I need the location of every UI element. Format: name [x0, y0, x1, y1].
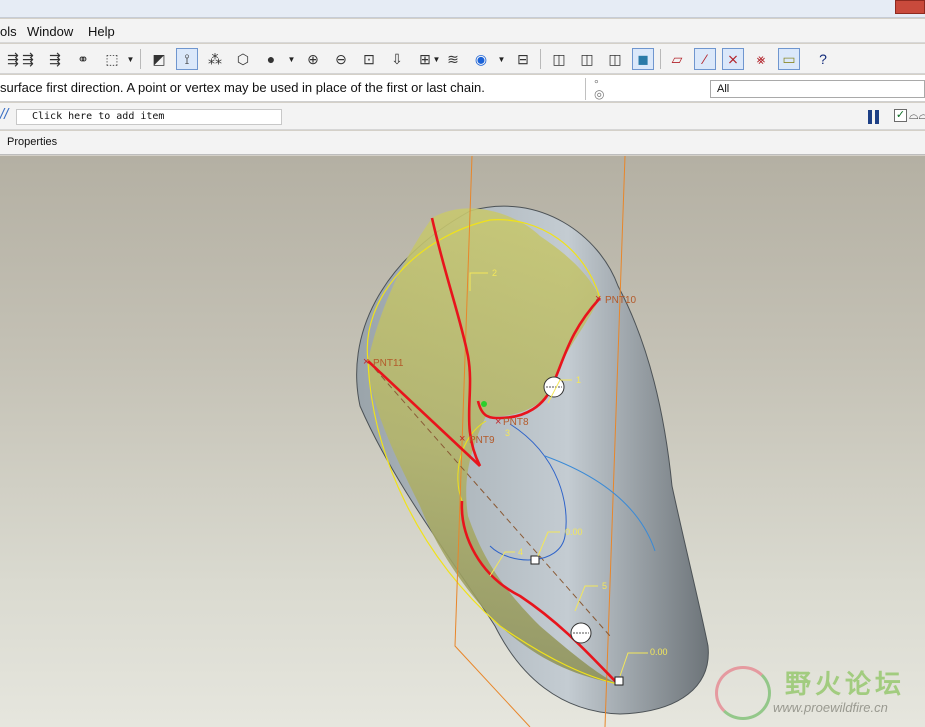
drag-handle[interactable] — [530, 555, 540, 565]
selection-filter-dropdown[interactable]: All — [710, 80, 925, 98]
datum-point-pnt9[interactable]: × PNT9 — [459, 433, 495, 446]
svg-text:×: × — [459, 433, 465, 445]
hidden-line-icon[interactable]: ◫ — [576, 48, 598, 70]
chain-collector-icon: // — [0, 106, 9, 123]
preview-glasses-icon[interactable]: ⌓⌓ — [909, 108, 925, 123]
preview-checkbox[interactable]: ✓ — [894, 109, 907, 122]
toolbar-divider — [660, 49, 661, 69]
pause-icon — [868, 110, 872, 124]
point-toggle-icon[interactable]: ⨯ — [722, 48, 744, 70]
point-display-icon[interactable]: ⁂ — [204, 48, 226, 70]
zoom-in-icon[interactable]: ⊕ — [302, 48, 324, 70]
drag-handle[interactable] — [614, 676, 624, 686]
forum-logo-icon — [715, 666, 771, 720]
close-window-button[interactable] — [895, 0, 925, 14]
reorient-icon[interactable]: ⇩ — [386, 48, 408, 70]
chain-collector-field[interactable]: Click here to add item — [16, 109, 282, 125]
svg-text:×: × — [495, 416, 501, 428]
whats-this-icon[interactable]: ? — [812, 48, 834, 70]
curve-tag[interactable]: 1 — [576, 375, 581, 385]
graphics-viewport[interactable]: × PNT10 × PNT11 × PNT8 × PNT9 1 2 3 4 5 … — [0, 156, 925, 727]
datum-point-pnt10[interactable]: × PNT10 — [595, 293, 637, 306]
menu-window[interactable]: Window — [27, 24, 73, 39]
chevron-down-icon[interactable]: ▼ — [432, 48, 441, 70]
vertex-marker[interactable] — [481, 401, 487, 407]
menu-bar: ols Window Help — [0, 19, 925, 43]
model-tree-icon[interactable]: ⊟ — [512, 48, 534, 70]
svg-text:PNT8: PNT8 — [503, 417, 529, 428]
annotation-toggle-icon[interactable]: ▭ — [778, 48, 800, 70]
svg-text:×: × — [363, 356, 369, 368]
pause-icon — [875, 110, 879, 124]
window-title-bar — [0, 0, 925, 18]
curve-tag[interactable]: 5 — [602, 581, 607, 591]
message-area: surface first direction. A point or vert… — [0, 75, 925, 102]
no-hidden-icon[interactable]: ◫ — [604, 48, 626, 70]
dashboard-tab-strip: Properties — [0, 131, 925, 155]
svg-text:PNT10: PNT10 — [605, 295, 637, 306]
svg-text:×: × — [595, 293, 601, 305]
axis-toggle-icon[interactable]: ⁄ — [694, 48, 716, 70]
wireframe-icon[interactable]: ◫ — [548, 48, 570, 70]
datum-point-pnt8[interactable]: × PNT8 — [495, 416, 529, 428]
svg-text:PNT9: PNT9 — [469, 435, 495, 446]
forum-watermark: 野火论坛 www.proewildfire.cn — [713, 662, 925, 722]
pause-button[interactable] — [868, 110, 880, 124]
curve-tag[interactable]: 4 — [518, 547, 523, 557]
shading-icon[interactable]: ◼ — [632, 48, 654, 70]
csys-toggle-icon[interactable]: ⨳ — [750, 48, 772, 70]
menu-tools[interactable]: ols — [0, 24, 17, 39]
svg-text:PNT11: PNT11 — [373, 358, 404, 369]
status-light-icon: ° ◎ — [594, 77, 605, 101]
tangency-handle[interactable] — [570, 622, 592, 644]
csys-display-icon[interactable]: ⬡ — [232, 48, 254, 70]
refit-icon[interactable]: ⊡ — [358, 48, 380, 70]
main-toolbar: ⇶ ⇶ ⇶ ⚭ ⬚ ▼ ◩ ⟟ ⁂ ⬡ ● ▼ ⊕ ⊖ ⊡ ⇩ ⊞ ▼ ≋ ◉ … — [0, 44, 925, 74]
appearance-sphere-icon[interactable]: ◉ — [470, 48, 492, 70]
plane-display-icon[interactable]: ▱ — [666, 48, 688, 70]
tab-properties[interactable]: Properties — [7, 136, 57, 148]
dimension-value[interactable]: 0.00 — [650, 647, 668, 657]
toolbar-divider — [140, 49, 141, 69]
axis-display-icon[interactable]: ⟟ — [176, 48, 198, 70]
datum-point-pnt11[interactable]: × PNT11 — [363, 356, 404, 369]
message-divider — [585, 78, 586, 100]
layers-icon[interactable]: ≋ — [442, 48, 464, 70]
chevron-down-icon[interactable]: ▼ — [497, 48, 506, 70]
datum-display-icon[interactable]: ◩ — [148, 48, 170, 70]
shade-sphere-icon[interactable]: ● — [260, 48, 282, 70]
watermark-url: www.proewildfire.cn — [773, 700, 888, 715]
watermark-title: 野火论坛 — [785, 669, 906, 699]
model-canvas[interactable]: × PNT10 × PNT11 × PNT8 × PNT9 1 2 3 4 5 … — [0, 156, 925, 727]
feature-dashboard: // Click here to add item ✓ ⌓⌓ — [0, 103, 925, 130]
toolbar-divider — [540, 49, 541, 69]
chevron-down-icon[interactable]: ▼ — [287, 48, 296, 70]
regen-manager-icon[interactable]: ⇶ — [17, 48, 39, 70]
curve-tag[interactable]: 3 — [505, 428, 510, 438]
zoom-out-icon[interactable]: ⊖ — [330, 48, 352, 70]
chevron-down-icon[interactable]: ▼ — [126, 48, 135, 70]
select-box-icon[interactable]: ⬚ — [99, 48, 125, 70]
curve-tag[interactable]: 2 — [492, 268, 497, 278]
regen-manager-icon[interactable]: ⇶ — [44, 48, 66, 70]
dimension-value[interactable]: 0.00 — [565, 527, 583, 537]
menu-help[interactable]: Help — [88, 24, 115, 39]
prompt-message: surface first direction. A point or vert… — [0, 80, 485, 95]
binoculars-icon[interactable]: ⚭ — [72, 48, 94, 70]
